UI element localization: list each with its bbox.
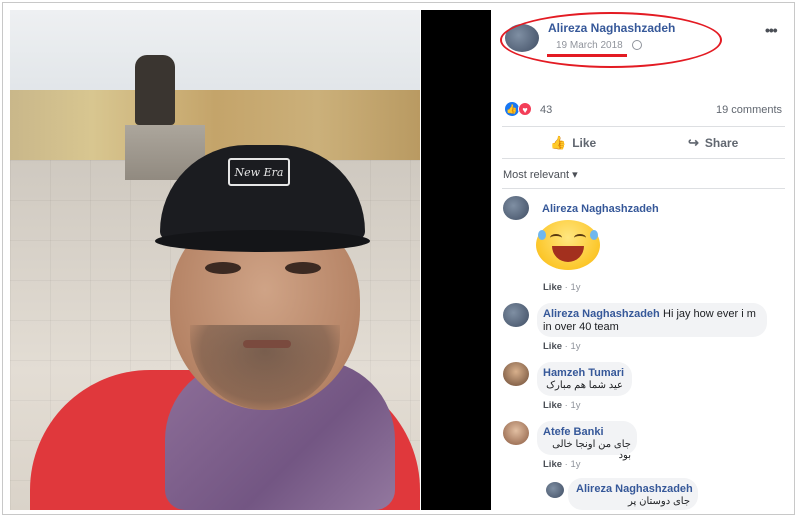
like-button-label: Like [572,136,597,150]
red-highlight-ellipse [500,12,722,68]
photo-viewer-divider [421,10,491,510]
reply-text: جای دوستان پر [628,496,690,507]
comment-text-line1: Hi jay how ever i m [663,308,756,320]
like-button[interactable]: 👍 Like [550,135,596,151]
comment-time[interactable]: 1y [570,341,580,352]
comment-author[interactable]: Hamzeh Tumari [543,367,624,379]
commenter-avatar[interactable] [503,303,529,327]
comment-text-line2: in over 40 team [543,321,619,333]
comment-meta: Like · 1y [543,400,581,411]
comment-sort-dropdown[interactable]: Most relevant ▾ [503,168,578,181]
photo-left-eye [205,262,241,274]
red-date-underline [547,54,627,57]
photo-equestrian-statue [135,55,175,125]
comment-author[interactable]: Alireza Naghashzadeh [543,308,660,320]
commenter-avatar[interactable] [503,362,529,386]
comment-time[interactable]: 1y [570,282,580,293]
comment-meta: Like · 1y [543,459,581,470]
comment-text: عید شما هم مبارک [546,380,623,391]
commenter-avatar[interactable] [503,421,529,445]
share-button[interactable]: ↪ Share [688,135,738,151]
reply-avatar[interactable] [546,482,564,498]
share-arrow-icon: ↪ [688,135,699,150]
comment-meta: Like · 1y [543,341,581,352]
comment-author[interactable]: Atefe Banki [543,426,604,438]
comment-like-link[interactable]: Like [543,341,562,352]
photo-right-eye [285,262,321,274]
divider-actions [502,158,785,159]
photo-cap-visor [155,230,370,252]
love-reaction-icon[interactable]: ♥ [518,102,532,116]
cap-logo: New Era [228,158,290,186]
comment-text: جای من اونجا خالی بود [552,439,631,461]
share-button-label: Share [704,136,739,150]
comment-time[interactable]: 1y [570,400,580,411]
comments-count[interactable]: 19 comments [716,104,782,116]
comment-like-link[interactable]: Like [543,400,562,411]
laughing-emoji-sticker [536,220,600,270]
photo-mouth [243,340,291,348]
reactions-count[interactable]: 43 [540,104,552,116]
thumbs-up-icon: 👍 [550,135,567,150]
commenter-avatar[interactable] [503,196,529,220]
comment-like-link[interactable]: Like [543,282,562,293]
comment-meta: Like · 1y [543,282,581,293]
divider-comments [502,188,785,189]
like-reaction-icon[interactable]: 👍 [505,102,519,116]
reply-author[interactable]: Alireza Naghashzadeh [576,483,693,495]
divider-top [502,126,785,127]
comment-author[interactable]: Alireza Naghashzadeh [542,203,659,215]
comment-like-link[interactable]: Like [543,459,562,470]
more-options-icon[interactable]: ••• [765,22,778,38]
comment-time[interactable]: 1y [570,459,580,470]
